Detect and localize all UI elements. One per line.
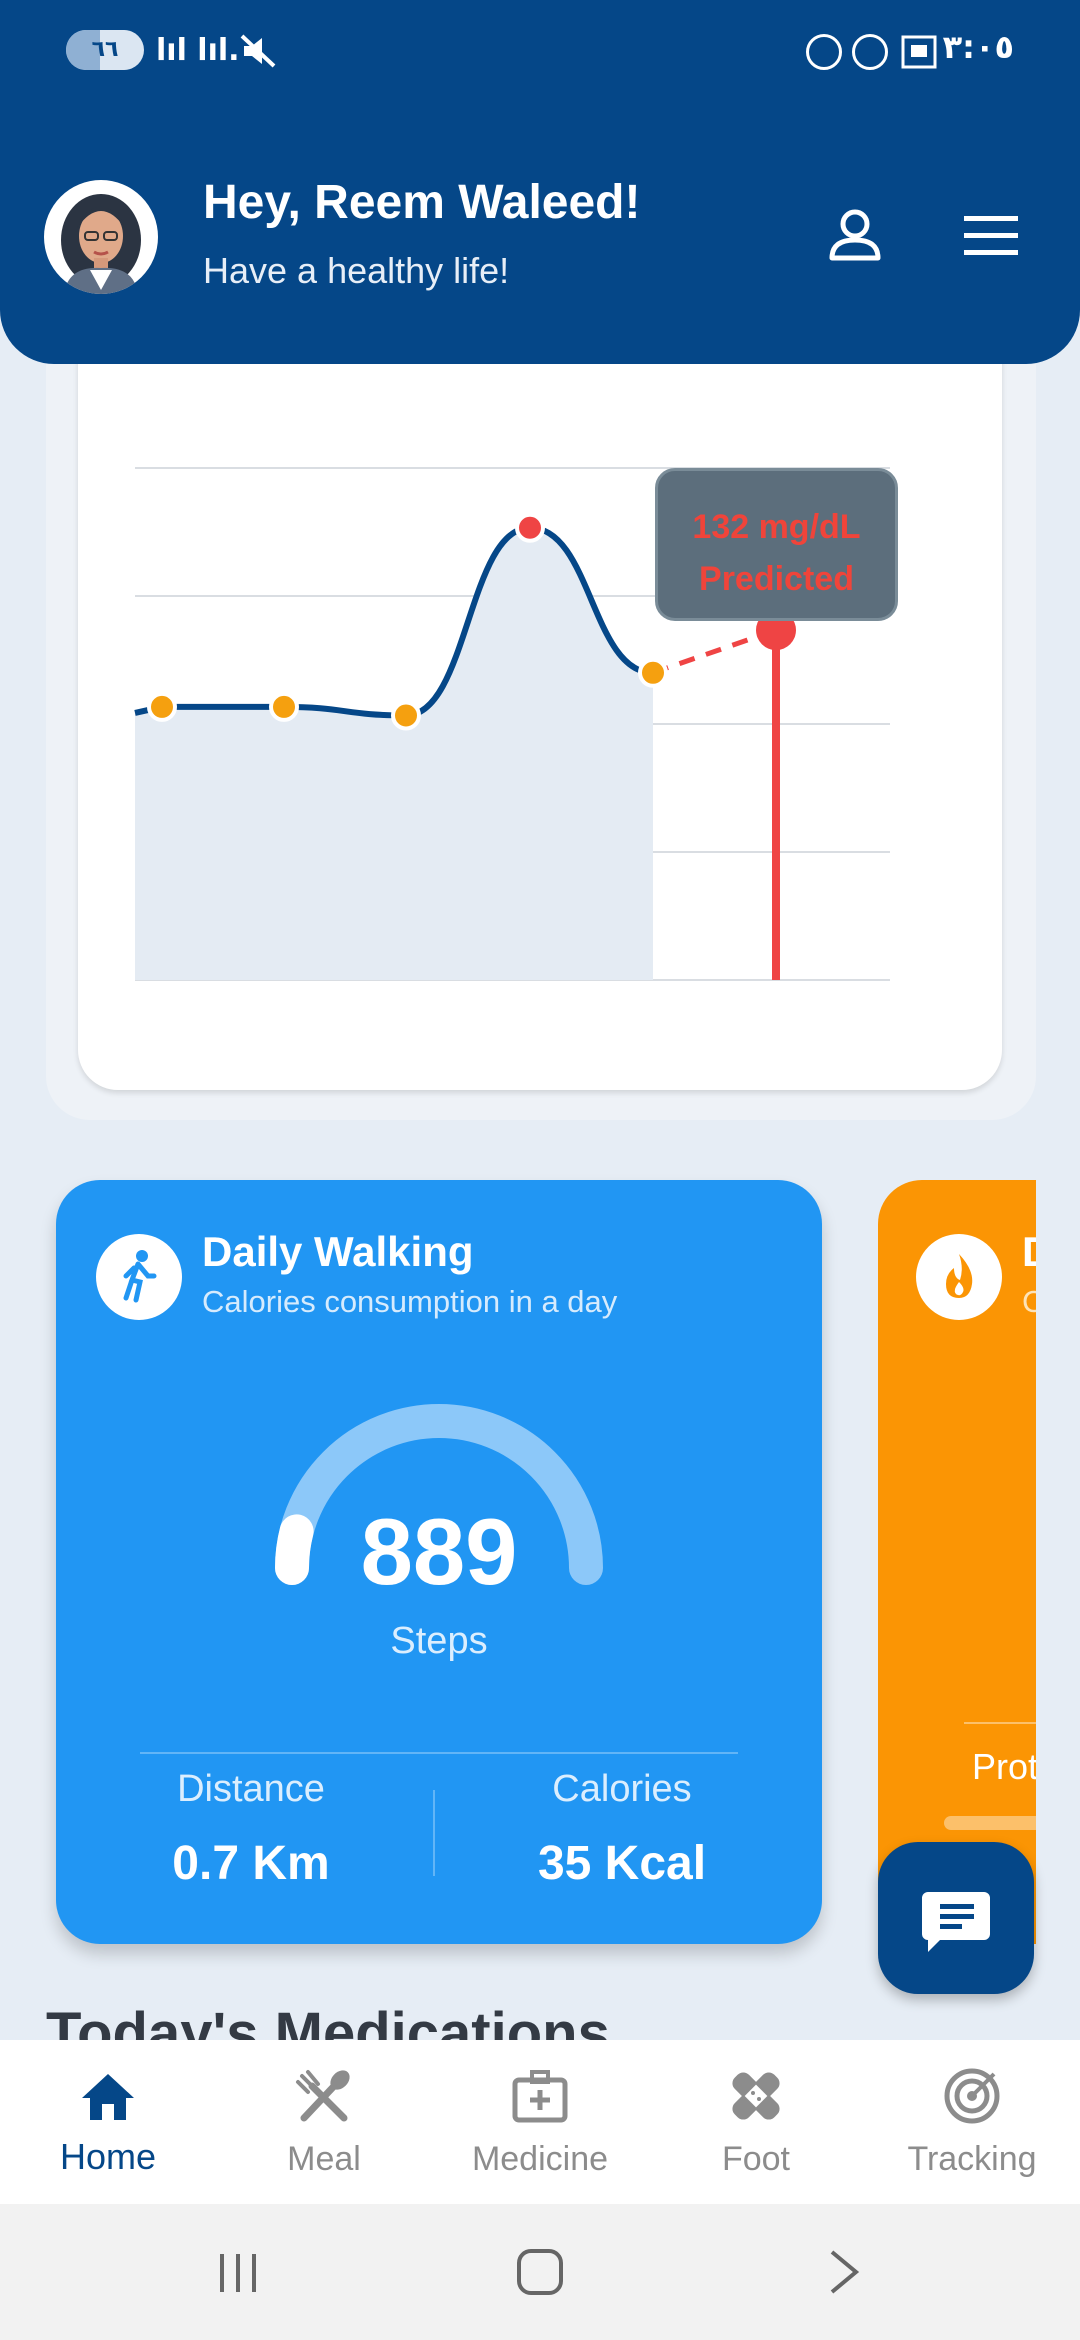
greeting-text: Hey, Reem Waleed! xyxy=(203,176,641,229)
status-bar: ٦٦ lıl lıl. ٣:٠٥ xyxy=(0,0,1080,100)
calories-value: 35 Kcal xyxy=(537,1837,707,1890)
nav-medicine[interactable]: Medicine xyxy=(432,2040,648,2204)
system-navigation-bar xyxy=(0,2204,1080,2340)
nav-label: Meal xyxy=(287,2140,361,2178)
back-icon[interactable] xyxy=(820,2246,870,2298)
data-point xyxy=(147,691,177,722)
calories-label: Calories xyxy=(552,1768,692,1810)
chat-button[interactable] xyxy=(878,1842,1034,1994)
data-point xyxy=(391,700,421,731)
app-header: ٦٦ lıl lıl. ٣:٠٥ Hey, Reem Waleed! Have … xyxy=(0,0,1080,364)
notification-icon xyxy=(806,34,842,70)
data-point xyxy=(269,691,299,722)
distance-value: 0.7 Km xyxy=(172,1837,330,1890)
bandage-icon xyxy=(732,2072,780,2120)
home-system-icon[interactable] xyxy=(514,2246,566,2298)
divider xyxy=(140,1752,738,1754)
walking-person-icon xyxy=(96,1234,182,1320)
steps-value: 889 xyxy=(360,1499,518,1604)
protein-label: Prot xyxy=(972,1746,1039,1787)
nav-meal[interactable]: Meal xyxy=(216,2040,432,2204)
page-edge xyxy=(1036,1160,1080,1960)
chat-message-icon xyxy=(922,1892,990,1952)
hamburger-menu-icon[interactable] xyxy=(956,200,1026,270)
recent-apps-icon[interactable] xyxy=(214,2248,264,2298)
nav-label: Home xyxy=(59,2136,157,2177)
flame-icon xyxy=(916,1234,1002,1320)
steps-label: Steps xyxy=(390,1620,488,1662)
nav-tracking[interactable]: Tracking xyxy=(864,2040,1080,2204)
screenshot-icon xyxy=(901,35,937,69)
nav-foot[interactable]: Foot xyxy=(648,2040,864,2204)
greeting-subtitle: Have a healthy life! xyxy=(203,250,510,291)
mute-icon xyxy=(240,34,276,68)
divider xyxy=(433,1790,435,1876)
fork-spoon-icon xyxy=(296,2070,350,2122)
data-point xyxy=(638,657,668,688)
clock: ٣:٠٥ xyxy=(942,28,1014,66)
user-avatar[interactable] xyxy=(44,180,158,294)
nav-label: Tracking xyxy=(907,2140,1037,2178)
target-icon xyxy=(944,2068,1000,2124)
walking-card-subtitle: Calories consumption in a day xyxy=(202,1284,618,1319)
walking-card-title: Daily Walking xyxy=(202,1228,474,1275)
home-icon xyxy=(82,2074,134,2120)
nav-label: Foot xyxy=(721,2140,791,2178)
medicine-kit-icon xyxy=(512,2070,568,2123)
whatsapp-icon xyxy=(852,34,888,70)
prediction-value: 132 mg/dL xyxy=(692,508,861,546)
prediction-status: Predicted xyxy=(699,560,854,598)
nav-home[interactable]: Home xyxy=(0,2040,216,2204)
bottom-navigation: Home Meal Medicine Foot Tracking xyxy=(0,2040,1080,2204)
nav-label: Medicine xyxy=(471,2140,609,2178)
prediction-tooltip: 132 mg/dL Predicted xyxy=(655,468,898,621)
battery-indicator: ٦٦ xyxy=(66,30,144,70)
signal-icon: lıl lıl. xyxy=(156,33,240,68)
peak-data-point xyxy=(515,512,545,543)
person-icon[interactable] xyxy=(820,200,890,270)
daily-walking-card[interactable]: Daily Walking Calories consumption in a … xyxy=(56,1180,822,1944)
distance-label: Distance xyxy=(177,1768,325,1810)
